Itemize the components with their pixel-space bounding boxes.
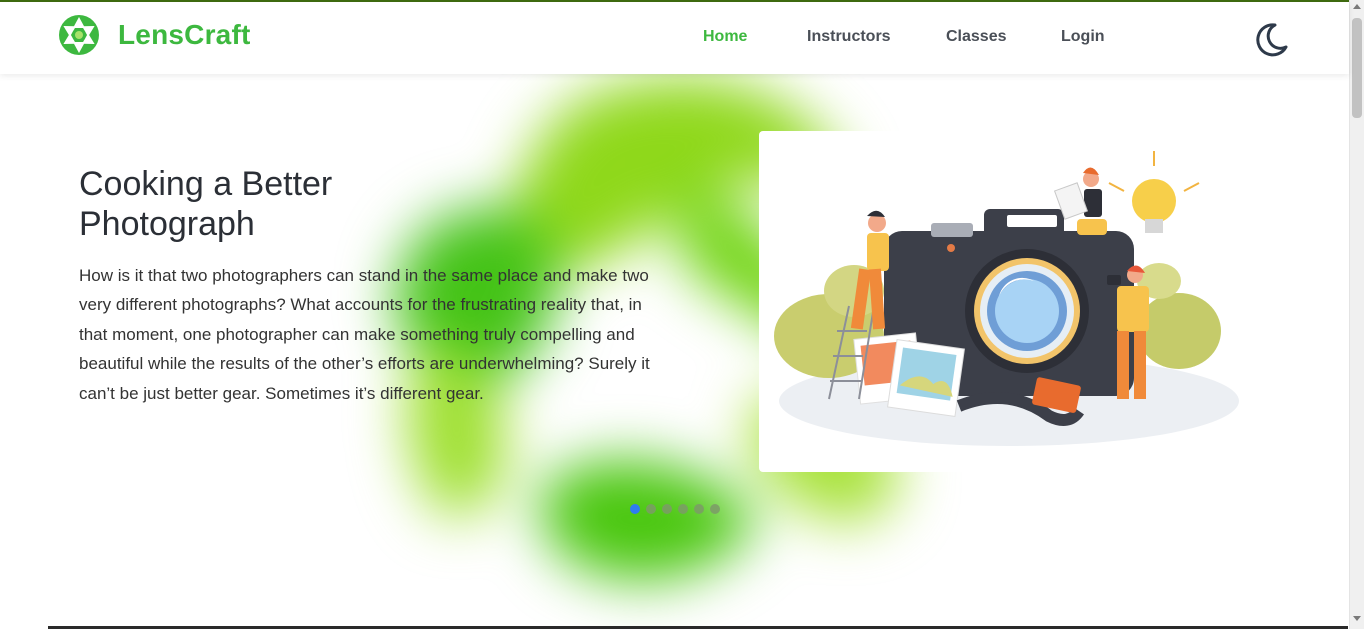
scroll-up-arrow-icon[interactable] [1353, 4, 1361, 9]
brand-logo[interactable]: LensCraft [58, 14, 251, 56]
camera-photographers-illustration [774, 151, 1239, 446]
carousel-dot-1[interactable] [630, 504, 640, 514]
nav-login[interactable]: Login [1061, 28, 1105, 46]
carousel-dots [630, 504, 720, 514]
scroll-down-arrow-icon[interactable] [1353, 616, 1361, 621]
navbar: LensCraft Home Instructors Classes Login [0, 2, 1349, 74]
carousel-dot-2[interactable] [646, 504, 656, 514]
page-scrollbar[interactable] [1349, 0, 1364, 629]
hero-illustration-card [759, 131, 1254, 472]
nav-classes[interactable]: Classes [946, 28, 1007, 46]
aperture-icon [59, 15, 99, 55]
carousel-dot-5[interactable] [694, 504, 704, 514]
carousel-dot-6[interactable] [710, 504, 720, 514]
carousel-dot-3[interactable] [662, 504, 672, 514]
hero-description: How is it that two photographers can sta… [79, 266, 650, 403]
nav-home[interactable]: Home [703, 28, 747, 46]
nav-instructors[interactable]: Instructors [807, 28, 891, 46]
moon-icon[interactable] [1250, 20, 1290, 60]
brand-name: LensCraft [118, 19, 251, 50]
carousel-dot-4[interactable] [678, 504, 688, 514]
scrollbar-thumb[interactable] [1352, 18, 1362, 118]
hero-title: Cooking a Better Photograph [79, 165, 333, 243]
